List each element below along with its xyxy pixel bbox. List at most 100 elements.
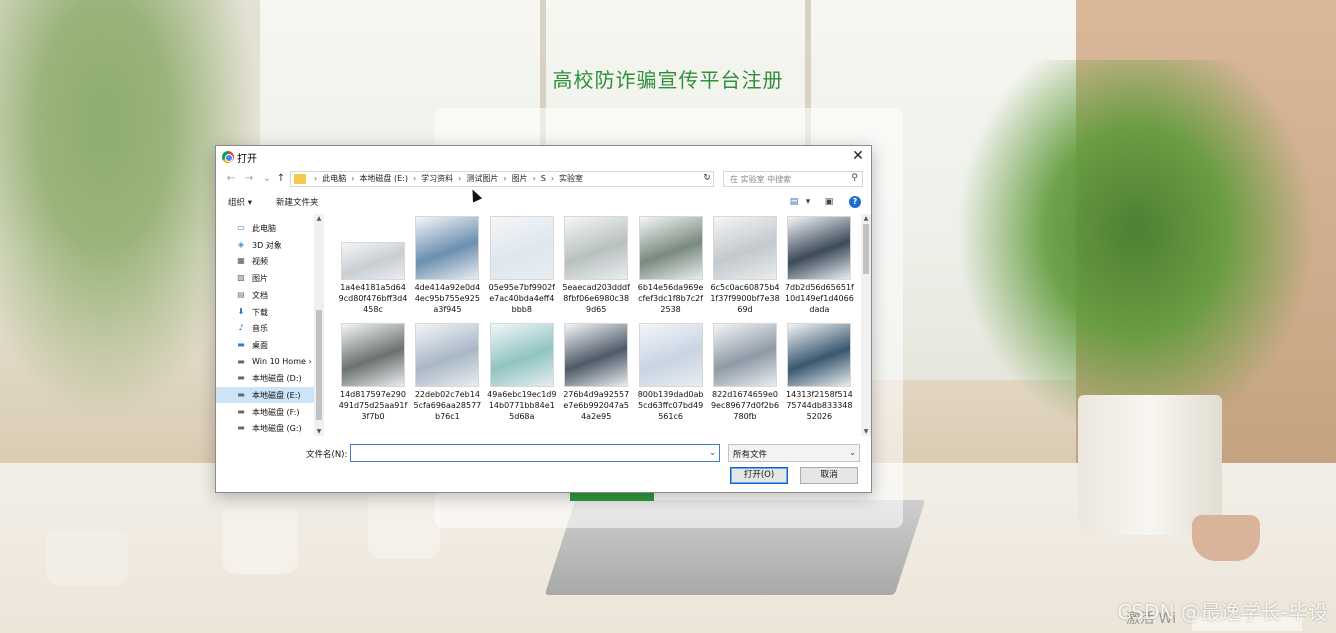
file-thumbnail [713,216,777,280]
nav-item[interactable]: ▬ 本地磁盘 (F:) [216,404,314,420]
nav-item[interactable]: ▬ 本地磁盘 (E:) [216,387,314,403]
scroll-up-icon[interactable]: ▲ [315,215,323,222]
scroll-down-icon[interactable]: ▼ [862,428,870,435]
nav-item-label: 下载 [252,307,268,317]
nav-item-label: 桌面 [252,340,268,350]
breadcrumb-separator: › [550,174,555,183]
navigation-scrollbar[interactable]: ▲ ▼ [314,214,324,436]
scrollbar-thumb[interactable] [863,224,869,274]
breadcrumb-item[interactable]: 图片 [512,174,528,183]
filetype-select[interactable]: 所有文件 ⌄ [728,444,860,462]
video-icon: ▦ [237,256,245,266]
address-row: ← → ⌄ ↑ › 此电脑 › 本地磁盘 (E:) › 学习资料 › 测试图片 › 图片 › S › 实验… [216,168,871,190]
forward-button[interactable]: → [242,172,256,186]
breadcrumb-item[interactable]: 本地磁盘 (E:) [359,174,408,183]
close-icon: ✕ [852,148,864,164]
music-icon: ♪ [238,323,244,333]
dialog-titlebar: 打开 ✕ [216,146,871,168]
file-item[interactable]: 1a4e4181a5d649cd80f476bff3d4458c [338,214,408,318]
breadcrumb-item[interactable]: 测试图片 [466,174,498,183]
file-item[interactable]: 276b4d9a92557e7e6b992047a54a2e95 [561,321,631,425]
file-list-scrollbar[interactable]: ▲ ▼ [861,214,871,436]
view-mode-icon[interactable]: ▤ [788,196,800,208]
filename-input[interactable]: ⌄ [350,444,720,462]
preview-pane-icon[interactable]: ▣ [823,196,835,208]
arrow-up-icon: ↑ [276,173,286,184]
drive-icon: ▬ [237,356,245,366]
drive-icon: ▬ [237,423,245,433]
file-name: 22deb02c7eb145cfa696aa28577b76c1 [413,390,482,421]
file-item[interactable]: 5eaecad203dddf8fbf06e6980c389d65 [561,214,631,318]
recent-locations-button[interactable]: ⌄ [260,172,274,186]
file-name: 6b14e56da969ecfef3dc1f8b7c2f2538 [637,283,704,314]
file-name: 5eaecad203dddf8fbf06e6980c389d65 [562,283,630,314]
address-bar[interactable]: › 此电脑 › 本地磁盘 (E:) › 学习资料 › 测试图片 › 图片 › S › 实验室 ⌄ [290,171,714,187]
new-folder-button[interactable]: 新建文件夹 [276,196,319,208]
nav-item[interactable]: ▬ Win 10 Home › [216,354,314,370]
background-cup [46,530,128,586]
nav-item[interactable]: ▬ 桌面 [216,337,314,353]
file-name: 14d817597e290491d75d25aa91f3f7b0 [338,390,408,421]
nav-item[interactable]: ▭ 此电脑 [216,220,314,236]
breadcrumb-item[interactable]: S [541,174,546,183]
watermark: CSDN @最逸学长-毕设 [1117,600,1328,624]
background-plant [956,60,1316,440]
breadcrumb-item[interactable]: 此电脑 [322,174,346,183]
background-cup [368,495,440,559]
open-button[interactable]: 打开(O) [730,467,788,484]
file-item[interactable]: 7db2d56d65651f10d149ef1d4066dada [784,214,854,318]
drive-icon: ▬ [237,406,245,416]
plant-pot [1078,395,1222,535]
nav-item-label: 文档 [252,290,268,300]
chevron-down-icon[interactable]: ▾ [802,196,814,208]
nav-item[interactable]: ▬ 本地磁盘 (D:) [216,370,314,386]
scroll-up-icon[interactable]: ▲ [862,215,870,222]
file-item[interactable]: 22deb02c7eb145cfa696aa28577b76c1 [412,321,482,425]
file-item[interactable]: 6c5c0ac60875b41f37f9900bf7e3869d [710,214,780,318]
breadcrumb-item[interactable]: 实验室 [559,174,583,183]
navigation-pane: ▭ 此电脑 ◈ 3D 对象 ▦ 视频 ▨ 图片 ▤ 文档 ⬇ 下载 ♪ 音乐 ▬ 桌面 ▬ Win 10 Home… [216,214,324,436]
background-bowl [1192,515,1260,561]
file-item[interactable]: 4de414a92e0d44ec95b755e925a3f945 [412,214,482,318]
nav-item[interactable]: ▦ 视频 [216,253,314,269]
file-item[interactable]: 05e95e7bf9902fe7ac40bda4eff4bbb8 [487,214,557,318]
file-item[interactable]: 14313f2158f51475744db83334852026 [784,321,854,425]
nav-item[interactable]: ◈ 3D 对象 [216,237,314,253]
scroll-down-icon[interactable]: ▼ [315,428,323,435]
nav-item-label: Win 10 Home › [252,356,312,366]
close-button[interactable]: ✕ [849,147,867,165]
up-button[interactable]: ↑ [274,172,288,186]
file-item[interactable]: 49a6ebc19ec1d914b0771bb84e15d68a [487,321,557,425]
file-item[interactable]: 14d817597e290491d75d25aa91f3f7b0 [338,321,408,425]
file-item[interactable]: 6b14e56da969ecfef3dc1f8b7c2f2538 [636,214,706,318]
file-name: 6c5c0ac60875b41f37f9900bf7e3869d [710,283,780,314]
filename-label: 文件名(N): [306,450,348,460]
breadcrumb-separator: › [532,174,536,183]
file-open-dialog: 打开 ✕ ← → ⌄ ↑ › 此电脑 › 本地磁盘 (E:) › 学习资料 › 测试图片 › 图片… [215,145,872,493]
refresh-icon: ↻ [703,173,711,183]
chrome-icon [222,151,234,163]
file-thumbnail [489,323,554,387]
search-input[interactable]: 在 实验室 中搜索 ⚲ [723,171,863,187]
chevron-down-icon: ⌄ [849,448,856,457]
breadcrumb: › 此电脑 › 本地磁盘 (E:) › 学习资料 › 测试图片 › 图片 › S › 实验室 [309,173,583,184]
nav-item[interactable]: ♪ 音乐 [216,320,314,336]
nav-item-label: 本地磁盘 (E:) [252,391,301,400]
help-icon[interactable]: ? [849,196,861,208]
breadcrumb-item[interactable]: 学习资料 [421,174,453,183]
chevron-down-icon[interactable]: ⌄ [709,448,716,457]
back-button[interactable]: ← [224,172,238,186]
file-name: 05e95e7bf9902fe7ac40bda4eff4bbb8 [488,283,555,314]
nav-item[interactable]: ▨ 图片 [216,270,314,286]
cancel-button[interactable]: 取消 [800,467,858,484]
organize-menu[interactable]: 组织 ▾ [228,196,252,208]
file-item[interactable]: 822d1674659e09ec89677d0f2b6780fb [710,321,780,425]
scrollbar-thumb[interactable] [316,310,322,420]
file-item[interactable]: 800b139dad0ab5cd63ffc07bd49561c6 [636,321,706,425]
nav-item[interactable]: ▤ 文档 [216,287,314,303]
file-thumbnail [564,323,629,387]
refresh-button[interactable]: ↻ [700,171,714,185]
nav-item[interactable]: ⬇ 下载 [216,304,314,320]
nav-item[interactable]: ▬ 本地磁盘 (G:) [216,420,314,436]
file-thumbnail [787,323,852,387]
